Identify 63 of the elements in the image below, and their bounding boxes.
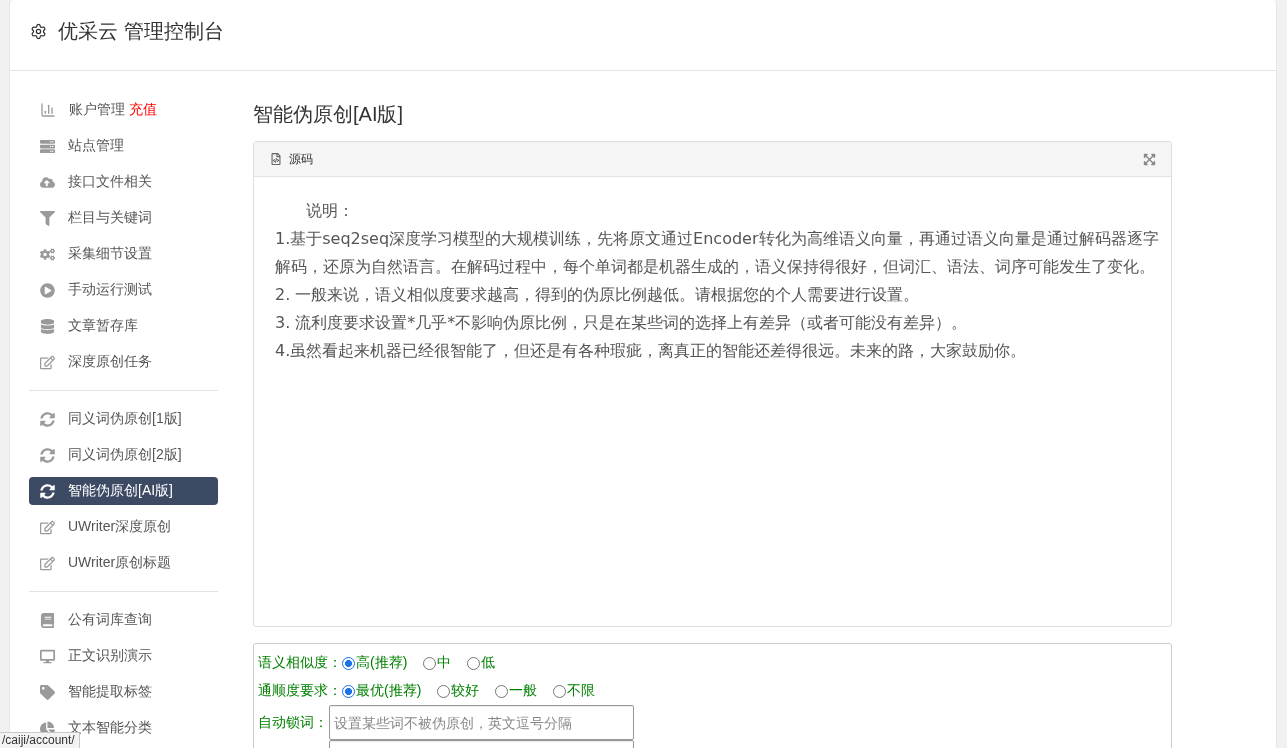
sidebar-item[interactable]: 栏目与关键词 <box>29 204 218 232</box>
edit-icon <box>40 555 55 571</box>
radio-button[interactable] <box>342 684 355 698</box>
sidebar-item[interactable]: 深度原创任务 <box>29 348 218 376</box>
sidebar-item[interactable]: UWriter深度原创 <box>29 513 218 541</box>
bar-chart-icon <box>40 102 56 118</box>
status-url: /caiji/account/ <box>0 732 80 748</box>
sidebar-item[interactable]: 同义词伪原创[2版] <box>29 441 218 469</box>
sidebar-item[interactable]: 账户管理 充值 <box>29 96 218 124</box>
input-field[interactable]: 设置某些词不被伪原创，英文逗号分隔 <box>329 705 634 740</box>
option-label: 中 <box>437 654 452 672</box>
expand-icon[interactable] <box>1143 152 1156 166</box>
option-label: 高(推荐) <box>356 654 408 672</box>
option-label: 最优(推荐) <box>356 682 422 700</box>
source-label[interactable]: 源码 <box>289 150 313 168</box>
setting-label: 自动锁词： <box>258 713 329 732</box>
radio-button[interactable] <box>423 656 437 670</box>
filter-icon <box>40 210 55 226</box>
radio-button[interactable] <box>467 656 481 670</box>
paragraph: 3. 流利度要求设置*几乎*不影响伪原比例，只是在某些词的选择上有差异（或者可能没有差异）。 <box>275 312 969 334</box>
sidebar-item[interactable]: 正文识别演示 <box>29 642 218 670</box>
intro-text: 说明： <box>305 200 355 222</box>
sidebar-item[interactable]: 采集细节设置 <box>29 240 218 268</box>
sidebar-item[interactable]: UWriter原创标题 <box>29 549 218 577</box>
refresh-icon <box>40 483 55 499</box>
paragraph: 2. 一般来说，语义相似度要求越高，得到的伪原比例越低。请根据您的个人需要进行设置。 <box>275 284 921 306</box>
radio-button[interactable] <box>495 684 509 698</box>
edit-icon <box>40 354 55 370</box>
option-label: 低 <box>481 654 496 672</box>
server-icon <box>40 138 55 154</box>
sidebar-item[interactable]: 接口文件相关 <box>29 168 218 196</box>
radio-button[interactable] <box>437 684 451 698</box>
database-icon <box>40 318 55 334</box>
option-label: 一般 <box>509 682 538 700</box>
option-label: 较好 <box>451 682 480 700</box>
edit-icon <box>40 519 55 535</box>
monitor-icon <box>40 648 55 664</box>
play-icon <box>40 282 55 298</box>
recharge-link[interactable]: 充值 <box>129 101 157 119</box>
sidebar-item[interactable]: 站点管理 <box>29 132 218 160</box>
refresh-icon <box>40 447 55 463</box>
sidebar-item[interactable]: 同义词伪原创[1版] <box>29 405 218 433</box>
file-code-icon <box>270 153 282 165</box>
tag-icon <box>40 684 55 700</box>
refresh-icon <box>40 411 55 427</box>
radio-button[interactable] <box>553 684 567 698</box>
option-label: 不限 <box>567 682 596 700</box>
sidebar-item[interactable]: 手动运行测试 <box>29 276 218 304</box>
sidebar-item[interactable]: 公有词库查询 <box>29 606 218 634</box>
page-title: 智能伪原创[AI版] <box>253 102 403 126</box>
setting-label: 通顺度要求： <box>258 682 342 700</box>
sidebar-item[interactable]: 智能提取标签 <box>29 678 218 706</box>
settings-icon <box>30 23 47 40</box>
sidebar-item[interactable]: 文章暂存库 <box>29 312 218 340</box>
radio-button[interactable] <box>342 656 355 670</box>
paragraph: 1.基于seq2seq深度学习模型的大规模训练，先将原文通过Encoder转化为高维语义向量，再通过语义向量是通过解码器逐字解码，还原为自然语言。在解码过程中，每个单词都是机器生成的，语义保持得很好，但词汇、语法、词序可能发生了变化。 <box>275 228 1159 278</box>
paragraph: 4.虽然看起来机器已经很智能了，但还是有各种瑕疵，离真正的智能还差得很远。未来的路，大家鼓励你。 <box>275 340 1028 362</box>
console-title: 优采云 管理控制台 <box>58 19 224 44</box>
book-icon <box>40 612 55 628</box>
gears-icon <box>40 246 55 262</box>
sidebar-item[interactable]: 智能伪原创[AI版] <box>29 477 218 505</box>
cloud-upload-icon <box>40 174 55 190</box>
setting-label: 语义相似度： <box>258 654 342 672</box>
